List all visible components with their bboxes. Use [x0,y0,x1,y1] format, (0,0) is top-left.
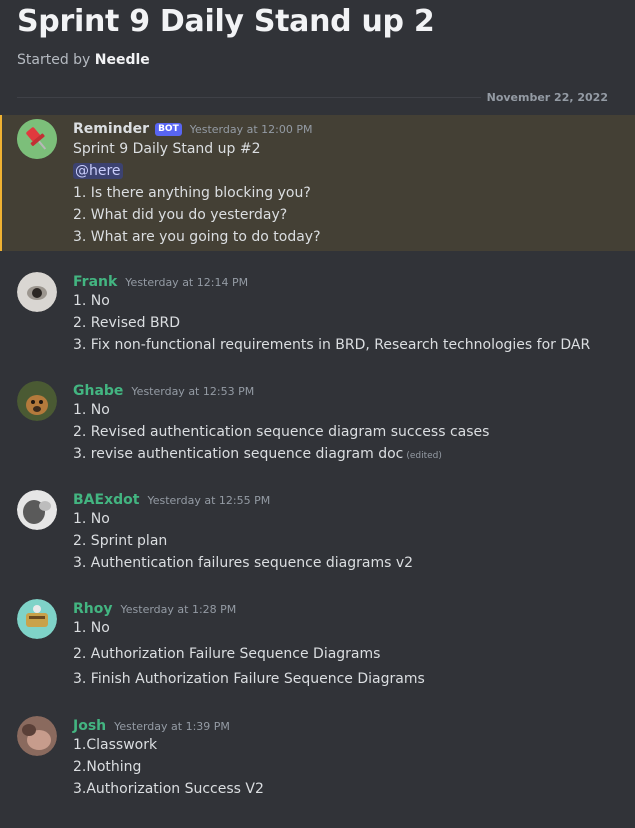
avatar-image [17,272,57,312]
message-header: BAExdot Yesterday at 12:55 PM [73,488,270,512]
bot-badge: BOT [155,122,182,136]
message-line: 3. What are you going to do today? [73,229,321,245]
message-line: 1. Is there anything blocking you? [73,185,311,201]
here-mention[interactable]: @here [73,163,123,179]
message-timestamp[interactable]: Yesterday at 1:39 PM [114,720,230,733]
avatar[interactable] [17,272,57,312]
avatar[interactable] [17,119,57,159]
message-baexdot[interactable]: BAExdot Yesterday at 12:55 PM 1. No 2. S… [0,488,635,578]
avatar[interactable] [17,716,57,756]
mention-line: @here [73,163,123,179]
message-header: Josh Yesterday at 1:39 PM [73,714,230,738]
message-line: 1. No [73,293,110,309]
message-line: 2. Revised authentication sequence diagr… [73,424,490,440]
message-line: Sprint 9 Daily Stand up #2 [73,141,261,157]
message-ghabe[interactable]: Ghabe Yesterday at 12:53 PM 1. No 2. Rev… [0,379,635,469]
message-header: Frank Yesterday at 12:14 PM [73,270,248,294]
author-name[interactable]: Rhoy [73,601,113,617]
message-rhoy[interactable]: Rhoy Yesterday at 1:28 PM 1. No 2. Autho… [0,597,635,693]
message-timestamp[interactable]: Yesterday at 12:55 PM [147,494,270,507]
avatar-image [17,490,57,530]
author-name[interactable]: Reminder [73,121,149,137]
message-header: Reminder BOT Yesterday at 12:00 PM [73,117,313,141]
author-name[interactable]: Ghabe [73,383,123,399]
message-line: 1. No [73,402,110,418]
thread-started-by: Started by Needle [17,52,150,68]
message-line: 2. Revised BRD [73,315,181,331]
author-name[interactable]: Josh [73,718,106,734]
message-line: 3. Fix non-functional requirements in BR… [73,337,591,353]
message-header: Rhoy Yesterday at 1:28 PM [73,597,236,621]
avatar[interactable] [17,381,57,421]
started-by-prefix: Started by [17,52,91,68]
message-line: 3.Authorization Success V2 [73,781,264,797]
message-timestamp[interactable]: Yesterday at 12:53 PM [131,385,254,398]
message-line: 1. No [73,620,110,636]
message-line: 2. Authorization Failure Sequence Diagra… [73,646,381,662]
author-name[interactable]: Frank [73,274,117,290]
thread-header: Sprint 9 Daily Stand up 2 Started by Nee… [0,0,635,90]
message-timestamp[interactable]: Yesterday at 1:28 PM [121,603,237,616]
avatar[interactable] [17,599,57,639]
message-timestamp[interactable]: Yesterday at 12:14 PM [125,276,248,289]
message-line: 2. What did you do yesterday? [73,207,288,223]
avatar[interactable] [17,490,57,530]
edited-tag: (edited) [406,451,442,461]
message-josh[interactable]: Josh Yesterday at 1:39 PM 1.Classwork 2.… [0,714,635,804]
avatar-image [17,381,57,421]
thread-title: Sprint 9 Daily Stand up 2 [17,4,435,39]
message-line: 2.Nothing [73,759,142,775]
message-line: 1.Classwork [73,737,158,753]
message-frank[interactable]: Frank Yesterday at 12:14 PM 1. No 2. Rev… [0,270,635,360]
message-timestamp[interactable]: Yesterday at 12:00 PM [190,123,313,136]
message-line: 3. Finish Authorization Failure Sequence… [73,671,425,687]
message-reminder[interactable]: Reminder BOT Yesterday at 12:00 PM Sprin… [0,115,635,251]
started-by-user[interactable]: Needle [95,52,150,68]
message-line: 2. Sprint plan [73,533,168,549]
message-line: 1. No [73,511,110,527]
author-name[interactable]: BAExdot [73,492,139,508]
date-divider-label: November 22, 2022 [480,91,608,104]
message-header: Ghabe Yesterday at 12:53 PM [73,379,254,403]
message-text: 3. revise authentication sequence diagra… [73,446,404,462]
avatar-image [17,716,57,756]
message-line: 3. Authentication failures sequence diag… [73,555,414,571]
message-line-edited: 3. revise authentication sequence diagra… [73,446,442,462]
avatar-image [17,599,57,639]
pushpin-icon [17,119,57,159]
